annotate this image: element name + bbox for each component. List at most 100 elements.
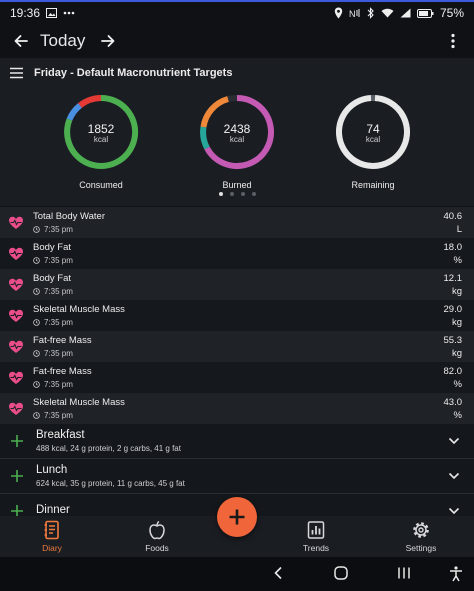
more-notifications-icon: [63, 11, 75, 15]
targets-header[interactable]: Friday - Default Macronutrient Targets: [0, 58, 474, 88]
chevron-down-icon[interactable]: [448, 507, 460, 515]
metric-time: 7:35 pm: [44, 287, 73, 296]
chevron-down-icon[interactable]: [448, 472, 460, 480]
metric-value: 43.0: [443, 396, 463, 408]
hamburger-menu-icon[interactable]: [8, 64, 26, 82]
energy-summary[interactable]: 1852 kcal Consumed 2438 kcal Burned 74 k…: [0, 88, 474, 206]
meal-summary: 488 kcal, 24 g protein, 2 g carbs, 41 g …: [36, 444, 181, 453]
metric-value: 29.0: [443, 303, 463, 315]
remaining-unit: kcal: [365, 135, 381, 144]
home-icon[interactable]: [334, 566, 348, 580]
metric-unit: kg: [451, 285, 462, 297]
meal-lunch[interactable]: Lunch 624 kcal, 35 g protein, 11 g carbs…: [0, 459, 474, 494]
metric-time: 7:35 pm: [44, 411, 73, 420]
page-dot: [251, 192, 256, 196]
metric-time: 7:35 pm: [44, 318, 73, 327]
meal-breakfast[interactable]: Breakfast 488 kcal, 24 g protein, 2 g ca…: [0, 424, 474, 459]
date-title[interactable]: Today: [40, 31, 85, 51]
page-dot: [218, 192, 223, 196]
nav-trends[interactable]: Trends: [276, 520, 356, 553]
remaining-ring[interactable]: 74 kcal Remaining: [330, 92, 416, 190]
metric-row[interactable]: Fat-free Mass 7:35 pm 55.3 kg: [0, 331, 474, 362]
bluetooth-icon: [367, 7, 374, 19]
metric-time: 7:35 pm: [44, 225, 73, 234]
burned-value: 2438: [223, 122, 251, 136]
trends-chart-icon: [307, 521, 325, 539]
meal-name: Lunch: [36, 464, 68, 476]
metric-unit: kg: [451, 316, 462, 328]
metric-unit: kg: [451, 347, 462, 359]
back-icon[interactable]: [273, 566, 283, 580]
metric-row[interactable]: Skeletal Muscle Mass 7:35 pm 29.0 kg: [0, 300, 474, 331]
clock-icon: [33, 350, 40, 357]
page-dot: [240, 192, 245, 196]
nav-trends-label: Trends: [302, 543, 330, 553]
overflow-menu-button[interactable]: [440, 28, 466, 54]
heart-pulse-icon: [9, 247, 23, 260]
page-indicator: [0, 192, 474, 196]
metric-value: 12.1: [443, 272, 463, 284]
next-day-button[interactable]: [95, 28, 121, 54]
previous-day-button[interactable]: [8, 28, 34, 54]
add-food-icon[interactable]: [10, 469, 24, 483]
add-entry-button[interactable]: [217, 497, 257, 537]
metric-row[interactable]: Body Fat 7:35 pm 18.0%: [0, 238, 474, 269]
add-food-icon[interactable]: [10, 434, 24, 448]
clock-icon: [33, 319, 40, 326]
nav-settings-label: Settings: [405, 543, 437, 553]
heart-pulse-icon: [9, 340, 23, 353]
metric-row[interactable]: Body Fat 7:35 pm 12.1 kg: [0, 269, 474, 300]
remaining-label: Remaining: [351, 180, 395, 190]
burned-ring[interactable]: 2438 kcal Burned: [194, 92, 280, 190]
metric-row[interactable]: Fat-free Mass 7:35 pm 82.0%: [0, 362, 474, 393]
arrow-right-icon: [101, 35, 115, 47]
wifi-icon: [381, 8, 394, 18]
metric-value: 40.6: [443, 210, 463, 222]
heart-pulse-icon: [9, 278, 23, 291]
heart-pulse-icon: [9, 402, 23, 415]
clock-icon: [33, 257, 40, 264]
app-bar: Today: [0, 24, 474, 58]
heart-pulse-icon: [9, 309, 23, 322]
chevron-down-icon[interactable]: [448, 437, 460, 445]
nav-diary[interactable]: Diary: [12, 520, 92, 553]
metric-name: Skeletal Muscle Mass: [33, 304, 125, 315]
consumed-ring[interactable]: 1852 kcal Consumed: [58, 92, 144, 190]
consumed-value: 1852: [87, 122, 115, 136]
more-vertical-icon: [451, 33, 455, 49]
metric-unit: L: [456, 223, 462, 235]
remaining-value: 74: [366, 122, 380, 136]
nfc-icon: N: [349, 9, 360, 18]
nav-diary-label: Diary: [42, 543, 62, 553]
nav-settings[interactable]: Settings: [381, 520, 461, 553]
status-bar: 19:36 N 75%: [0, 2, 474, 24]
burned-label: Burned: [222, 180, 252, 190]
meal-name: Breakfast: [36, 429, 85, 441]
gear-icon: [413, 522, 429, 538]
metric-unit: %: [453, 378, 462, 390]
image-notification-icon: [46, 8, 58, 18]
svg-text:N: N: [349, 9, 356, 18]
metric-name: Body Fat: [33, 273, 72, 284]
heart-pulse-icon: [9, 216, 23, 229]
metric-row[interactable]: Total Body Water 7:35 pm 40.6 L: [0, 207, 474, 238]
metric-value: 55.3: [443, 334, 463, 346]
battery-percent: 75%: [439, 6, 464, 20]
metric-time: 7:35 pm: [44, 256, 73, 265]
clock-icon: [33, 288, 40, 295]
page-dot: [229, 192, 234, 196]
clock-icon: [33, 381, 40, 388]
burned-unit: kcal: [229, 135, 245, 144]
metric-name: Total Body Water: [33, 211, 105, 222]
battery-icon: [416, 8, 434, 18]
metric-name: Fat-free Mass: [33, 366, 92, 377]
clock-icon: [33, 226, 40, 233]
biometrics-list: Total Body Water 7:35 pm 40.6 L Body Fat …: [0, 207, 474, 424]
recent-apps-icon[interactable]: [397, 566, 411, 580]
accessibility-icon[interactable]: [449, 566, 463, 582]
location-icon: [334, 7, 343, 19]
consumed-unit: kcal: [93, 135, 109, 144]
targets-title: Friday - Default Macronutrient Targets: [34, 67, 233, 79]
nav-foods[interactable]: Foods: [117, 520, 197, 553]
metric-row[interactable]: Skeletal Muscle Mass 7:35 pm 43.0%: [0, 393, 474, 424]
